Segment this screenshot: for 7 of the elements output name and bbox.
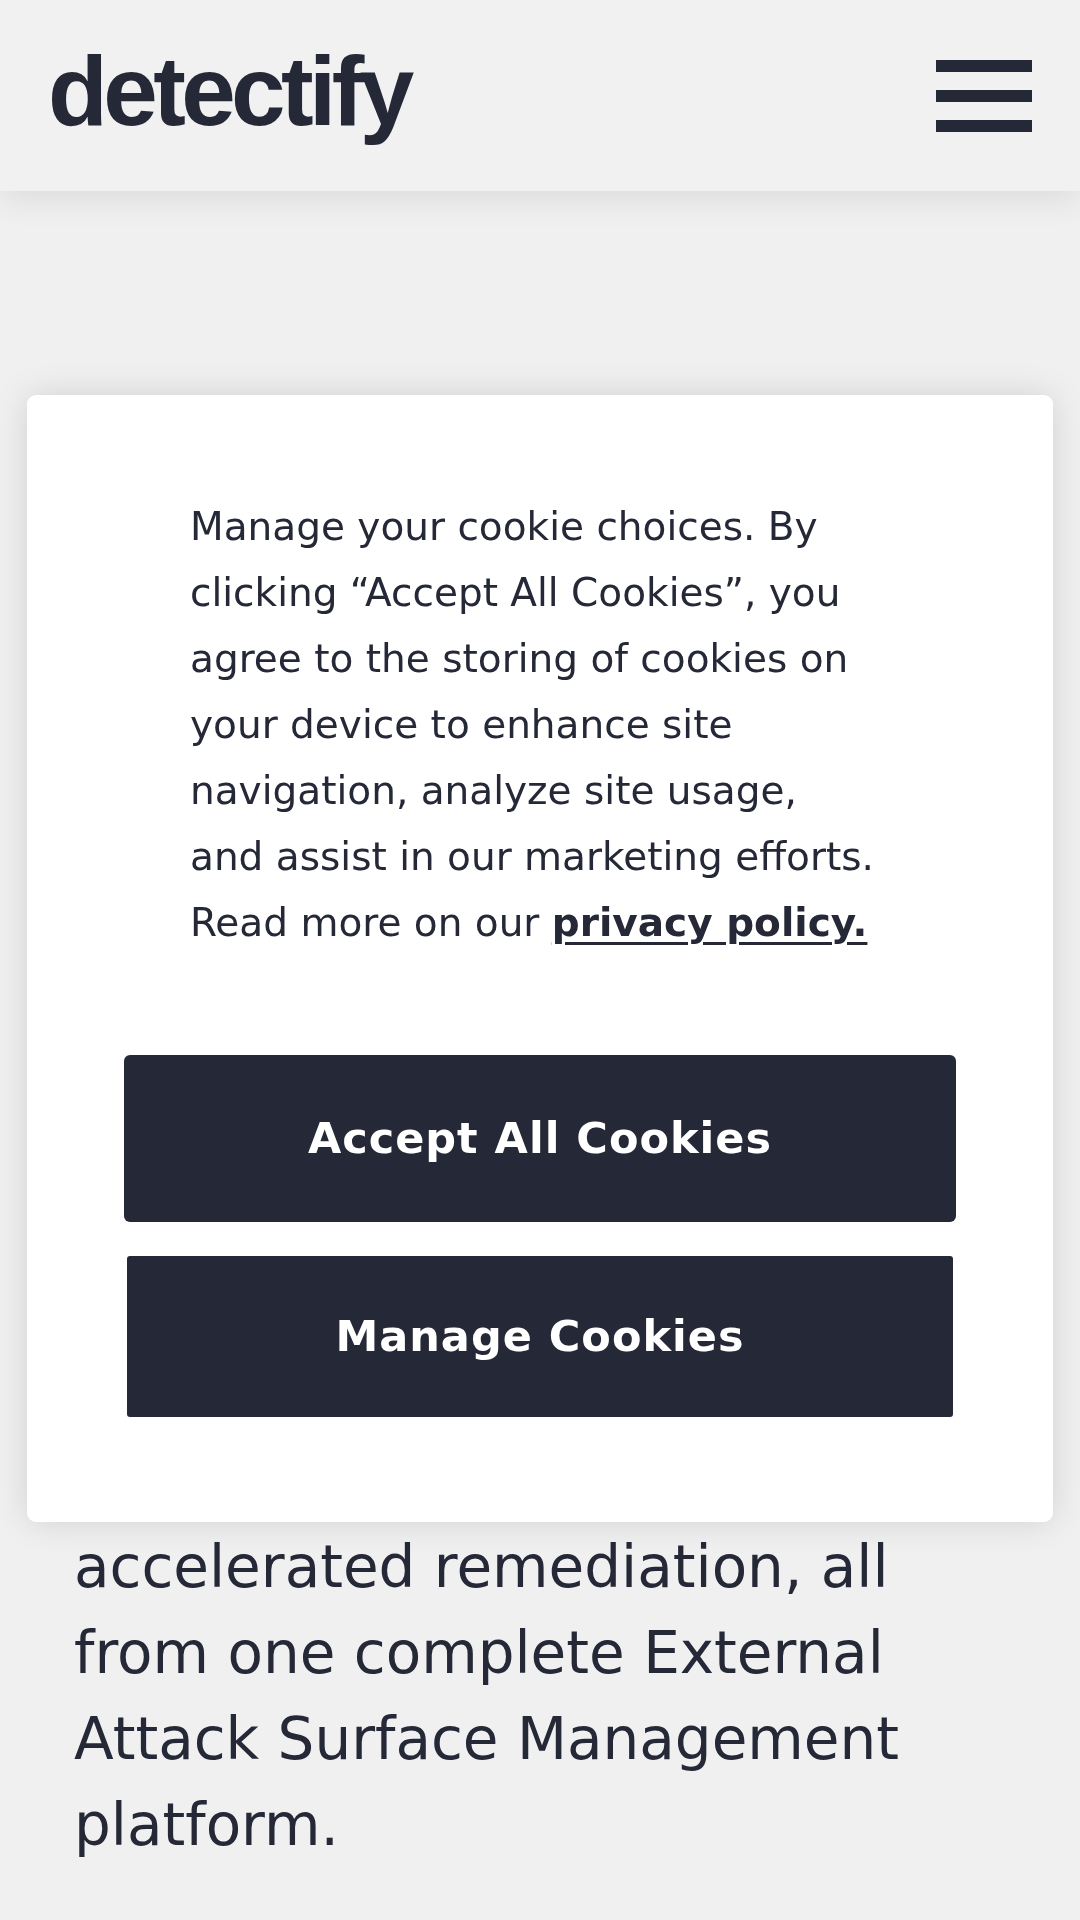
cookie-message: Manage your cookie choices. By clicking “Accept All Cookies”, you agree to the storing of cookies on your device to enhance site navigation, analyze site usage, and assist in our marketing efforts. Read more on our privacy policy. (190, 503, 875, 947)
logo[interactable]: detectify (48, 41, 410, 150)
privacy-policy-link[interactable]: privacy policy. (551, 900, 868, 945)
menu-icon[interactable] (936, 59, 1032, 132)
manage-cookies-button[interactable]: Manage Cookies (127, 1256, 953, 1417)
accept-all-button[interactable]: Accept All Cookies (124, 1055, 956, 1222)
hero-text: accelerated remediation, all from one complete External Attack Surface Management platform. (74, 1532, 901, 1861)
